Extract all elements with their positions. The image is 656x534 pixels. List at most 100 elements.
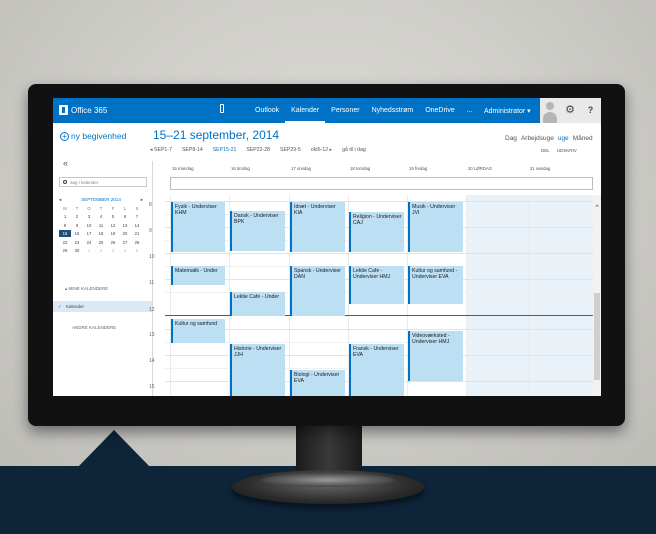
- day-header[interactable]: 18 torsdag: [350, 166, 370, 171]
- scroll-up-icon[interactable]: ⌃: [593, 204, 601, 212]
- minical-day[interactable]: 10: [83, 222, 95, 229]
- week-link[interactable]: SEP8-14: [182, 147, 203, 153]
- minical-day[interactable]: 12: [107, 222, 119, 229]
- minical-day[interactable]: 13: [119, 222, 131, 229]
- minical-day[interactable]: 11: [95, 222, 107, 229]
- minical-day[interactable]: 30: [71, 247, 83, 254]
- avatar[interactable]: [540, 98, 560, 123]
- view-week[interactable]: uge: [558, 135, 569, 142]
- monitor-stand-neck: [296, 418, 362, 476]
- minical-day[interactable]: 1: [83, 247, 95, 254]
- minical-day[interactable]: 17: [83, 230, 95, 237]
- weekend-shade: [466, 195, 593, 396]
- search-icon: [63, 180, 67, 184]
- day-header[interactable]: 20 LØRDAG: [468, 166, 492, 171]
- calendar-event[interactable]: Lektie Cafe - Under: [230, 292, 285, 316]
- calendar-list-item[interactable]: ✓ Kalender: [53, 301, 152, 312]
- day-header[interactable]: 16 tirsdag: [231, 166, 250, 171]
- minical-day[interactable]: 15: [59, 230, 71, 238]
- nav-nyhedsstrom[interactable]: Nyhedsstrøm: [366, 98, 420, 123]
- minical-next-icon[interactable]: ▸: [141, 197, 143, 203]
- minical-day[interactable]: 1: [59, 213, 71, 220]
- minical-day[interactable]: 6: [119, 213, 131, 220]
- calendar-event[interactable]: Historie - Underviser JJH: [230, 344, 285, 396]
- calendar-event[interactable]: Fysik - Underviser KHM: [171, 202, 225, 252]
- calendar-event[interactable]: Spansk - Underviser DAN: [290, 266, 345, 316]
- nav-onedrive[interactable]: OneDrive: [419, 98, 461, 123]
- minical-grid: M T O T F L S 1 2 3 4 5 6 7 8 9 10 11 12 13 14 15 16 17 18 19 20 21…: [59, 205, 143, 254]
- new-event-button[interactable]: + ny begivenhed: [60, 131, 126, 141]
- nav-outlook[interactable]: Outlook: [249, 98, 285, 123]
- calendar-event[interactable]: Musik - Underviser JVI: [408, 202, 463, 252]
- calendar-event[interactable]: Dansk - Underviser BPK: [230, 211, 285, 251]
- minical-day[interactable]: 14: [131, 222, 143, 229]
- nav-personer[interactable]: Personer: [325, 98, 365, 123]
- minical-day[interactable]: 23: [71, 239, 83, 246]
- week-link[interactable]: SEP22-28: [246, 147, 270, 153]
- minical-day[interactable]: 8: [59, 222, 71, 229]
- day-header[interactable]: 19 fredag: [409, 166, 427, 171]
- goto-today-link[interactable]: gå til i dag: [342, 147, 366, 153]
- minical-day[interactable]: 5: [107, 213, 119, 220]
- minical-day[interactable]: 22: [59, 239, 71, 246]
- nav-kalender[interactable]: Kalender: [285, 98, 326, 123]
- minical-day[interactable]: 5: [131, 247, 143, 254]
- minical-day[interactable]: 19: [107, 230, 119, 237]
- print-button[interactable]: UDSKRIV: [557, 148, 577, 153]
- collapse-sidebar-icon[interactable]: «: [63, 158, 68, 168]
- calendar-event[interactable]: Biologi - Underviser EVA: [290, 370, 345, 396]
- view-month[interactable]: Måned: [573, 135, 593, 142]
- share-button[interactable]: DEL: [541, 148, 550, 153]
- mobile-phone-icon[interactable]: [220, 104, 224, 113]
- minical-day[interactable]: 3: [107, 247, 119, 254]
- office-brand[interactable]: Office 365: [59, 105, 107, 115]
- calendar-event[interactable]: Matematik - Under: [171, 266, 225, 285]
- week-link[interactable]: SEP29-5: [280, 147, 301, 153]
- minical-day[interactable]: 16: [71, 230, 83, 237]
- minical-prev-icon[interactable]: ◂: [59, 197, 61, 203]
- week-link-current[interactable]: SEP15-21: [213, 147, 237, 153]
- calendar-search-input[interactable]: søg i kalender: [59, 177, 147, 187]
- calendar-event[interactable]: Kultur og samfund: [171, 319, 225, 343]
- day-header[interactable]: 15 mandag: [172, 166, 194, 171]
- week-prev-link[interactable]: ◂ SEP1-7: [150, 147, 172, 153]
- calendar-event[interactable]: Kultur og samfund - Underviser EVA: [408, 266, 463, 304]
- minical-day[interactable]: 2: [71, 213, 83, 220]
- all-day-row[interactable]: [170, 177, 593, 190]
- minical-day[interactable]: 21: [131, 230, 143, 237]
- minical-day[interactable]: 7: [131, 213, 143, 220]
- admin-menu[interactable]: Administrator ▾: [484, 107, 531, 115]
- hour-label: 9: [149, 228, 152, 234]
- minical-day[interactable]: 24: [83, 239, 95, 246]
- minical-day[interactable]: 9: [71, 222, 83, 229]
- view-day[interactable]: Dag: [505, 135, 517, 142]
- minical-day[interactable]: 29: [59, 247, 71, 254]
- gear-icon[interactable]: ⚙: [560, 98, 580, 123]
- calendar-event[interactable]: Lektie Cafe - Underviser HMJ: [349, 266, 404, 304]
- day-header[interactable]: 17 onsdag: [291, 166, 311, 171]
- minical-day[interactable]: 3: [83, 213, 95, 220]
- nav-more[interactable]: ...: [461, 98, 479, 123]
- minical-day[interactable]: 20: [119, 230, 131, 237]
- help-icon[interactable]: ?: [580, 98, 601, 123]
- calendar-event[interactable]: Religion - Underviser CAJ: [349, 212, 404, 252]
- minical-day[interactable]: 4: [119, 247, 131, 254]
- minical-day[interactable]: 25: [95, 239, 107, 246]
- calendar-event[interactable]: Idræt - Underviser KIA: [290, 202, 345, 252]
- minical-weekday-label: L: [123, 206, 127, 211]
- minical-day[interactable]: 18: [95, 230, 107, 237]
- calendar-event[interactable]: Fransk - Underviser EVA: [349, 344, 404, 396]
- scrollbar-thumb[interactable]: [594, 293, 600, 380]
- minical-day[interactable]: 26: [107, 239, 119, 246]
- other-calendars-header[interactable]: ANDRE KALENDERE: [72, 325, 116, 330]
- my-calendars-header[interactable]: ▴ MINE KALENDERE: [65, 286, 108, 292]
- minical-day[interactable]: 2: [95, 247, 107, 254]
- minical-day[interactable]: 28: [131, 239, 143, 246]
- calendar-event[interactable]: Videoværksted - Underviser HMJ: [408, 331, 463, 381]
- minical-day[interactable]: 27: [119, 239, 131, 246]
- week-next-link[interactable]: okt6-12 ▸: [311, 147, 332, 153]
- day-header[interactable]: 21 søndag: [530, 166, 550, 171]
- minical-day[interactable]: 4: [95, 213, 107, 220]
- view-workweek[interactable]: Arbejdsuge: [521, 135, 554, 142]
- week-navigation: ◂ SEP1-7 SEP8-14 SEP15-21 SEP22-28 SEP29…: [150, 147, 366, 153]
